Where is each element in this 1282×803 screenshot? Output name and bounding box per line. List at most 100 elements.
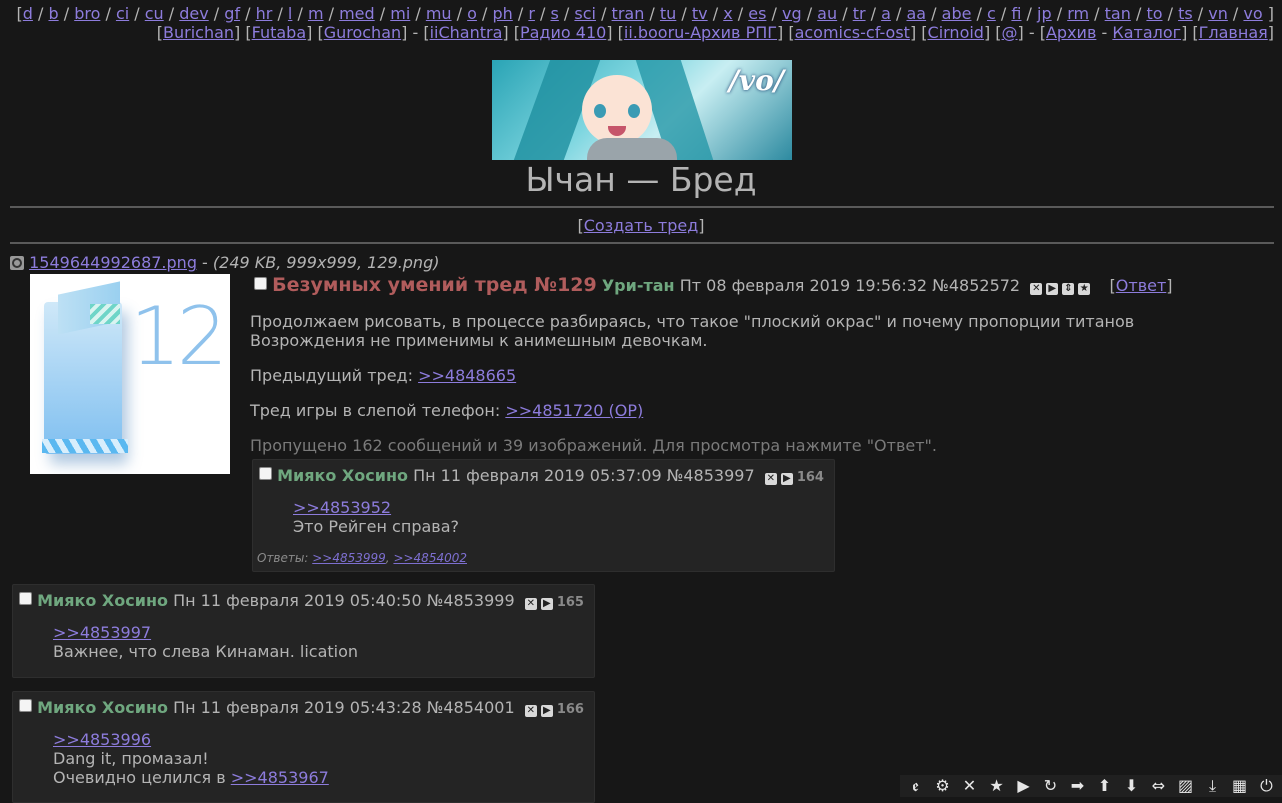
board-link-abe[interactable]: abe bbox=[942, 4, 972, 23]
board-link-tan[interactable]: tan bbox=[1105, 4, 1131, 23]
board-link-c[interactable]: c bbox=[987, 4, 996, 23]
prev-thread-link[interactable]: >>4848665 bbox=[418, 366, 516, 385]
favorites-icon[interactable]: ★ bbox=[985, 775, 1009, 797]
board-link-r[interactable]: r bbox=[528, 4, 535, 23]
board-link-mi[interactable]: mi bbox=[390, 4, 410, 23]
board-link-ci[interactable]: ci bbox=[116, 4, 129, 23]
grid-icon[interactable]: ▦ bbox=[1228, 775, 1252, 797]
board-link-tu[interactable]: tu bbox=[660, 4, 676, 23]
board-link-o[interactable]: o bbox=[467, 4, 477, 23]
site-link[interactable]: Cirnoid bbox=[928, 23, 984, 42]
quote-link[interactable]: >>4853952 bbox=[293, 498, 391, 517]
expand-icon[interactable]: ▶ bbox=[540, 598, 553, 610]
board-link-es[interactable]: es bbox=[748, 4, 766, 23]
site-link[interactable]: Gurochan bbox=[324, 23, 401, 42]
close-icon[interactable]: ✕ bbox=[958, 775, 982, 797]
expand-icon[interactable]: ▶ bbox=[1046, 283, 1059, 295]
board-link-tr[interactable]: tr bbox=[853, 4, 866, 23]
site-link[interactable]: Каталог bbox=[1112, 23, 1181, 42]
op-thumbnail[interactable]: 129 bbox=[30, 274, 230, 474]
reply-link[interactable]: Ответ bbox=[1116, 276, 1167, 295]
expand-icon[interactable]: ▶ bbox=[540, 705, 553, 717]
magnify-icon[interactable] bbox=[10, 256, 24, 270]
op-date: Пт 08 февраля 2019 19:56:32 bbox=[679, 276, 928, 295]
board-link-au[interactable]: au bbox=[817, 4, 837, 23]
site-link[interactable]: iiChantra bbox=[430, 23, 503, 42]
site-link[interactable]: @ bbox=[1002, 23, 1018, 42]
reply-date: Пн 11 февраля 2019 05:37:09 bbox=[413, 466, 662, 485]
op-checkbox[interactable] bbox=[254, 277, 267, 290]
hide-icon[interactable]: ✕ bbox=[764, 473, 777, 485]
board-link-tran[interactable]: tran bbox=[612, 4, 645, 23]
board-link-cu[interactable]: cu bbox=[145, 4, 164, 23]
quote-link[interactable]: >>4853997 bbox=[53, 623, 151, 642]
board-link-ph[interactable]: ph bbox=[493, 4, 513, 23]
image-icon[interactable]: ▨ bbox=[1174, 775, 1198, 797]
site-link[interactable]: Архив bbox=[1046, 23, 1096, 42]
reply-number[interactable]: №4853999 bbox=[427, 591, 515, 610]
game-thread-link[interactable]: >>4851720 (OP) bbox=[505, 401, 643, 420]
create-thread-link[interactable]: Создать тред bbox=[584, 216, 699, 235]
refresh-icon[interactable]: ↻ bbox=[1039, 775, 1063, 797]
board-link-hr[interactable]: hr bbox=[256, 4, 273, 23]
board-link-dev[interactable]: dev bbox=[179, 4, 208, 23]
bottom-toolbar: ꬲ ⚙ ✕ ★ ▶ ↻ ➡ ⬆ ⬇ ⇔ ▨ ⤓ ▦ ⏻ bbox=[900, 775, 1282, 797]
board-link-s[interactable]: s bbox=[551, 4, 559, 23]
board-link-x[interactable]: x bbox=[723, 4, 732, 23]
play-icon[interactable]: ▶ bbox=[1012, 775, 1036, 797]
hide-icon[interactable]: ✕ bbox=[1030, 283, 1043, 295]
board-link-vg[interactable]: vg bbox=[782, 4, 802, 23]
board-link-sci[interactable]: sci bbox=[574, 4, 596, 23]
reply-checkbox[interactable] bbox=[19, 592, 32, 605]
power-icon[interactable]: ⏻ bbox=[1255, 775, 1279, 797]
board-link-vo[interactable]: vo bbox=[1243, 4, 1262, 23]
goto-icon[interactable]: ➡ bbox=[1066, 775, 1090, 797]
board-link-fi[interactable]: fi bbox=[1011, 4, 1021, 23]
reply-message: >>4853952 Это Рейген справа? bbox=[293, 498, 459, 536]
board-link-gf[interactable]: gf bbox=[224, 4, 240, 23]
board-link-l[interactable]: l bbox=[288, 4, 292, 23]
answer-link[interactable]: >>4854002 bbox=[393, 551, 467, 565]
board-link-bro[interactable]: bro bbox=[74, 4, 100, 23]
site-link[interactable]: acomics-cf-ost bbox=[795, 23, 910, 42]
board-link-a[interactable]: a bbox=[881, 4, 891, 23]
expand-icon[interactable]: ▶ bbox=[780, 473, 793, 485]
logo-icon[interactable]: ꬲ bbox=[904, 775, 928, 797]
hide-icon[interactable]: ✕ bbox=[524, 598, 537, 610]
board-link-med[interactable]: med bbox=[339, 4, 375, 23]
reply-number[interactable]: №4854001 bbox=[427, 698, 515, 717]
up-icon[interactable]: ⬆ bbox=[1093, 775, 1117, 797]
reply-checkbox[interactable] bbox=[19, 699, 32, 712]
board-link-rm[interactable]: rm bbox=[1067, 4, 1089, 23]
reply-number[interactable]: №4853997 bbox=[667, 466, 755, 485]
site-link[interactable]: Радио 410 bbox=[520, 23, 606, 42]
board-link-mu[interactable]: mu bbox=[426, 4, 452, 23]
board-link-aa[interactable]: aa bbox=[906, 4, 926, 23]
board-link-to[interactable]: to bbox=[1146, 4, 1162, 23]
expand-icon[interactable]: ⇔ bbox=[1147, 775, 1171, 797]
op-file-link[interactable]: 1549644992687.png bbox=[29, 253, 197, 272]
board-link-b[interactable]: b bbox=[48, 4, 58, 23]
op-number[interactable]: №4852572 bbox=[932, 276, 1020, 295]
quote-link[interactable]: >>4853967 bbox=[231, 768, 329, 787]
op-file-info: 1549644992687.png - (249 KB, 999x999, 12… bbox=[10, 253, 439, 272]
board-link-d[interactable]: d bbox=[23, 4, 33, 23]
answer-link[interactable]: >>4853999 bbox=[312, 551, 386, 565]
down-icon[interactable]: ⬇ bbox=[1120, 775, 1144, 797]
star-icon[interactable]: ★ bbox=[1078, 283, 1091, 295]
board-link-jp[interactable]: jp bbox=[1037, 4, 1052, 23]
reply-checkbox[interactable] bbox=[259, 467, 272, 480]
site-link[interactable]: ii.booru-Архив РПГ bbox=[624, 23, 777, 42]
board-link-tv[interactable]: tv bbox=[692, 4, 708, 23]
board-link-m[interactable]: m bbox=[308, 4, 324, 23]
save-icon[interactable]: ⤓ bbox=[1201, 775, 1225, 797]
board-link-vn[interactable]: vn bbox=[1208, 4, 1228, 23]
update-icon[interactable]: ⇕ bbox=[1062, 283, 1075, 295]
quote-link[interactable]: >>4853996 bbox=[53, 730, 151, 749]
site-link[interactable]: Главная bbox=[1199, 23, 1268, 42]
board-link-ts[interactable]: ts bbox=[1178, 4, 1193, 23]
site-link[interactable]: Futaba bbox=[252, 23, 307, 42]
settings-icon[interactable]: ⚙ bbox=[931, 775, 955, 797]
site-link[interactable]: Burichan bbox=[163, 23, 234, 42]
hide-icon[interactable]: ✕ bbox=[524, 705, 537, 717]
